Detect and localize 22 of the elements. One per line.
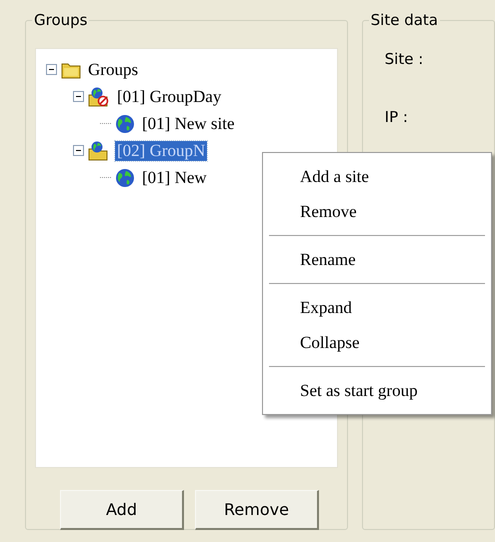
tree-item[interactable]: [01] New [140, 168, 209, 188]
collapse-toggle[interactable] [46, 64, 57, 75]
collapse-toggle[interactable] [73, 91, 84, 102]
groups-title: Groups [32, 11, 90, 29]
menu-item[interactable]: Remove [263, 194, 491, 229]
tree-item[interactable]: [02] GroupN [115, 140, 208, 160]
menu-item[interactable]: Set as start group [263, 373, 491, 408]
field-label: IP : [384, 107, 409, 127]
field-label: Site : [384, 49, 424, 69]
panel-button[interactable]: Add [60, 490, 184, 530]
tree-item[interactable]: Groups [86, 60, 140, 80]
menu-item[interactable]: Rename [263, 242, 491, 277]
menu-item[interactable]: Expand [263, 290, 491, 325]
collapse-toggle[interactable] [73, 145, 84, 156]
folder-icon [61, 60, 81, 78]
menu-item[interactable]: Add a site [263, 159, 491, 194]
menu-item[interactable]: Collapse [263, 325, 491, 360]
globe-icon [115, 168, 135, 188]
panel-button[interactable]: Remove [195, 490, 319, 530]
globe-icon [115, 114, 135, 134]
tree-item[interactable]: [01] GroupDay [115, 86, 224, 106]
tree-item[interactable]: [01] New site [140, 114, 237, 134]
